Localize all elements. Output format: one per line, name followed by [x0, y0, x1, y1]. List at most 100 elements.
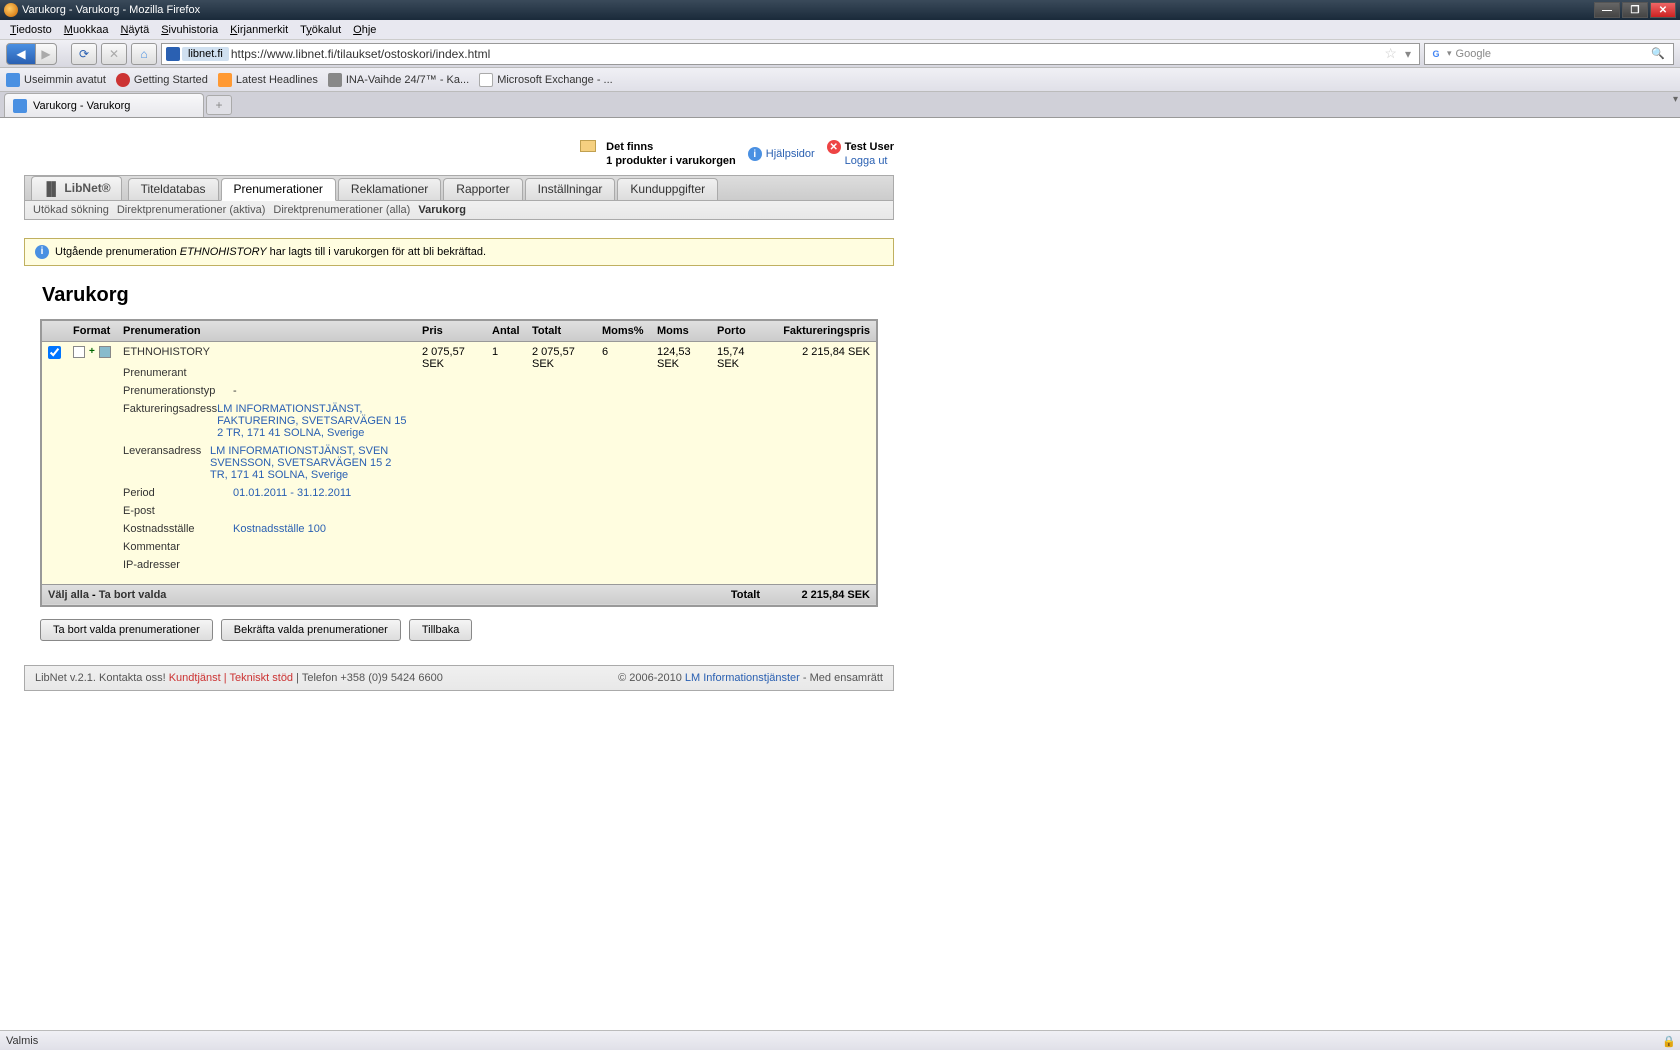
- lbl-prenumerant: Prenumerant: [123, 367, 233, 379]
- confirm-selected-button[interactable]: Bekräfta valda prenumerationer: [221, 619, 401, 641]
- page-icon: [479, 73, 493, 87]
- lm-link[interactable]: LM Informationstjänster: [685, 672, 800, 684]
- col-prenumeration: Prenumeration: [117, 321, 416, 342]
- url-bar[interactable]: libnet.fi https://www.libnet.fi/tilaukse…: [161, 43, 1420, 65]
- col-format: Format: [67, 321, 117, 342]
- bookmark-most-visited[interactable]: Useimmin avatut: [6, 73, 106, 87]
- cell-moms: 124,53 SEK: [651, 341, 711, 584]
- format-print-icon[interactable]: [73, 346, 85, 358]
- select-all-link[interactable]: Välj alla: [48, 589, 89, 601]
- val-fakturering[interactable]: LM INFORMATIONSTJÄNST, FAKTURERING, SVET…: [217, 403, 410, 439]
- page-icon: [116, 73, 130, 87]
- stop-button[interactable]: ✕: [101, 43, 127, 65]
- row-checkbox[interactable]: [48, 346, 61, 359]
- page-content: Det finns 1 produkter i varukorgen i Hjä…: [0, 118, 1680, 691]
- tab-kunduppgifter[interactable]: Kunduppgifter: [617, 178, 718, 200]
- cart-line2: 1 produkter i varukorgen: [606, 155, 736, 167]
- logo-tab[interactable]: ▐▌LibNet®: [31, 176, 122, 200]
- logout-link[interactable]: Logga ut: [845, 155, 888, 167]
- tab-rapporter[interactable]: Rapporter: [443, 178, 522, 200]
- subnav-utokad[interactable]: Utökad sökning: [33, 204, 109, 216]
- page-title: Varukorg: [24, 284, 894, 307]
- maximize-button[interactable]: ❐: [1622, 2, 1648, 18]
- bookmark-latest-headlines[interactable]: Latest Headlines: [218, 73, 318, 87]
- nav-toolbar: ◀ ▶ ⟳ ✕ ⌂ libnet.fi https://www.libnet.f…: [0, 40, 1680, 68]
- cell-totalt: 2 075,57 SEK: [526, 341, 596, 584]
- val-kostnad[interactable]: Kostnadsställe 100: [233, 523, 326, 535]
- menu-help[interactable]: Ohje: [347, 22, 382, 38]
- home-button[interactable]: ⌂: [131, 43, 157, 65]
- col-moms: Moms: [651, 321, 711, 342]
- info-icon: i: [748, 147, 762, 161]
- forward-button[interactable]: ▶: [35, 43, 57, 65]
- help-link[interactable]: Hjälpsidor: [766, 148, 815, 160]
- total-value: 2 215,84 SEK: [766, 584, 876, 605]
- cart-table: Format Prenumeration Pris Antal Totalt M…: [40, 319, 878, 607]
- bookmark-exchange[interactable]: Microsoft Exchange - ...: [479, 73, 613, 87]
- subnav-aktiva[interactable]: Direktprenumerationer (aktiva): [117, 204, 266, 216]
- menu-tools[interactable]: Työkalut: [294, 22, 347, 38]
- info-alert: i Utgående prenumeration ETHNOHISTORY ha…: [24, 238, 894, 266]
- bookmark-getting-started[interactable]: Getting Started: [116, 73, 208, 87]
- minimize-button[interactable]: —: [1594, 2, 1620, 18]
- alert-info-icon: i: [35, 245, 49, 259]
- url-dropdown-icon[interactable]: ▾: [1401, 47, 1415, 61]
- format-add-icon[interactable]: +: [87, 346, 97, 358]
- val-leverans[interactable]: LM INFORMATIONSTJÄNST, SVEN SVENSSON, SV…: [210, 445, 410, 481]
- back-button[interactable]: ◀: [6, 43, 36, 65]
- bookmark-ina[interactable]: INA-Vaihde 24/7™ - Ka...: [328, 73, 469, 87]
- cell-porto: 15,74 SEK: [711, 341, 766, 584]
- lbl-epost: E-post: [123, 505, 233, 517]
- sub-nav: Utökad sökning Direktprenumerationer (ak…: [24, 201, 894, 220]
- search-icon[interactable]: 🔍: [1647, 47, 1669, 60]
- close-window-button[interactable]: ✕: [1650, 2, 1676, 18]
- col-antal: Antal: [486, 321, 526, 342]
- reload-button[interactable]: ⟳: [71, 43, 97, 65]
- browser-tab-active[interactable]: Varukorg - Varukorg: [4, 93, 204, 117]
- rss-icon: [218, 73, 232, 87]
- cell-fakt: 2 215,84 SEK: [766, 341, 876, 584]
- lbl-kostnad: Kostnadsställe: [123, 523, 233, 535]
- tab-installningar[interactable]: Inställningar: [525, 178, 616, 200]
- search-bar[interactable]: G ▾ Google 🔍: [1424, 43, 1674, 65]
- google-icon: G: [1429, 47, 1443, 61]
- tab-favicon-icon: [13, 99, 27, 113]
- kundtjanst-link[interactable]: Kundtjänst: [169, 672, 221, 684]
- item-title[interactable]: ETHNOHISTORY: [123, 346, 410, 358]
- tab-prenumerationer[interactable]: Prenumerationer: [221, 178, 336, 201]
- table-header-row: Format Prenumeration Pris Antal Totalt M…: [42, 321, 876, 342]
- menu-bookmarks[interactable]: Kirjanmerkit: [224, 22, 294, 38]
- cart-status[interactable]: Det finns 1 produkter i varukorgen: [580, 140, 736, 169]
- new-tab-button[interactable]: +: [206, 95, 232, 115]
- url-text[interactable]: https://www.libnet.fi/tilaukset/ostoskor…: [231, 47, 1381, 61]
- main-tabs: ▐▌LibNet® Titeldatabas Prenumerationer R…: [24, 175, 894, 201]
- page-header: Det finns 1 produkter i varukorgen i Hjä…: [24, 118, 894, 175]
- cart-icon: [580, 140, 596, 152]
- remove-selected-link[interactable]: Ta bort valda: [99, 589, 167, 601]
- subnav-varukorg[interactable]: Varukorg: [418, 204, 466, 216]
- window-titlebar: Varukorg - Varukorg - Mozilla Firefox — …: [0, 0, 1680, 20]
- remove-selected-button[interactable]: Ta bort valda prenumerationer: [40, 619, 213, 641]
- item-details: Prenumerant Prenumerationstyp- Faktureri…: [123, 358, 410, 580]
- site-identity[interactable]: libnet.fi: [182, 47, 229, 61]
- tab-reklamationer[interactable]: Reklamationer: [338, 178, 441, 200]
- col-totalt: Totalt: [526, 321, 596, 342]
- back-button-page[interactable]: Tillbaka: [409, 619, 473, 641]
- tekniskt-link[interactable]: Tekniskt stöd: [229, 672, 293, 684]
- tab-titeldatabas[interactable]: Titeldatabas: [128, 178, 219, 200]
- lbl-prentyp: Prenumerationstyp: [123, 385, 233, 397]
- cell-antal: 1: [486, 341, 526, 584]
- menu-history[interactable]: Sivuhistoria: [155, 22, 224, 38]
- tab-overflow-icon[interactable]: ▾: [1673, 94, 1678, 105]
- menu-view[interactable]: Näytä: [114, 22, 155, 38]
- format-cell: +: [73, 346, 111, 358]
- format-online-icon[interactable]: [99, 346, 111, 358]
- bookmark-star-icon[interactable]: ☆: [1380, 45, 1401, 62]
- menu-edit[interactable]: Muokkaa: [58, 22, 115, 38]
- val-period[interactable]: 01.01.2011 - 31.12.2011: [233, 487, 351, 499]
- col-pris: Pris: [416, 321, 486, 342]
- subnav-alla[interactable]: Direktprenumerationer (alla): [273, 204, 410, 216]
- cell-pris: 2 075,57 SEK: [416, 341, 486, 584]
- val-prentyp: -: [233, 385, 237, 397]
- menu-file[interactable]: Tiedosto: [4, 22, 58, 38]
